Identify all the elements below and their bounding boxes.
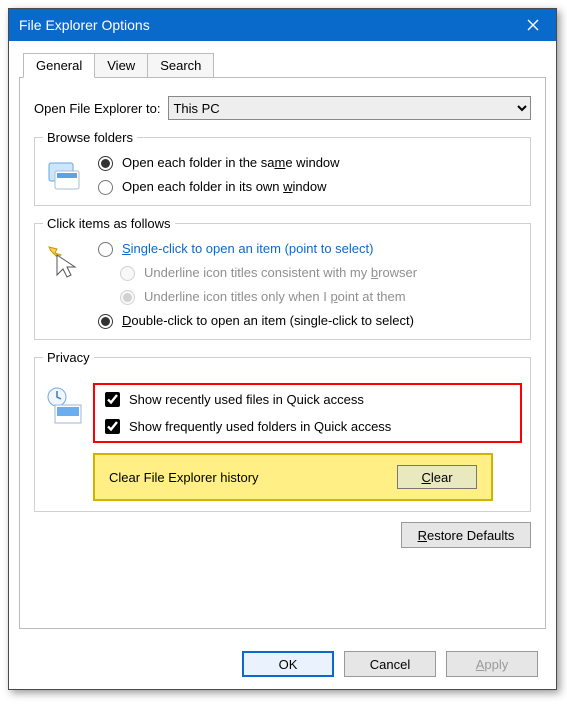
browse-folders-legend: Browse folders [43, 130, 137, 145]
clear-history-label: Clear File Explorer history [109, 470, 259, 485]
tab-general[interactable]: General [23, 53, 95, 78]
radio-underline-browser: Underline icon titles consistent with my… [115, 263, 522, 281]
cancel-button[interactable]: Cancel [344, 651, 436, 677]
privacy-group: Privacy Sho [34, 350, 531, 512]
cursor-icon [43, 241, 83, 281]
check-frequent-folders[interactable]: Show frequently used folders in Quick ac… [101, 416, 514, 437]
annotation-red-box: Show recently used files in Quick access… [93, 383, 522, 443]
radio-underline-point: Underline icon titles only when I point … [115, 287, 522, 305]
window-title: File Explorer Options [19, 17, 150, 33]
restore-defaults-button[interactable]: Restore Defaults [401, 522, 531, 548]
tab-search[interactable]: Search [147, 53, 214, 78]
restore-row: Restore Defaults [34, 522, 531, 548]
title-bar: File Explorer Options [9, 9, 556, 41]
tab-page-general: Open File Explorer to: This PC Browse fo… [19, 77, 546, 629]
clock-picture-icon [43, 385, 83, 425]
open-explorer-combo[interactable]: This PC [168, 96, 531, 120]
clear-button[interactable]: Clear [397, 465, 477, 489]
open-explorer-label: Open File Explorer to: [34, 101, 160, 116]
browse-folders-group: Browse folders Open each folder in the s… [34, 130, 531, 206]
apply-button: Apply [446, 651, 538, 677]
open-explorer-row: Open File Explorer to: This PC [34, 96, 531, 120]
click-items-group: Click items as follows Single-click to o… [34, 216, 531, 340]
ok-button[interactable]: OK [242, 651, 334, 677]
tab-view[interactable]: View [94, 53, 148, 78]
radio-double-click[interactable]: Double-click to open an item (single-cli… [93, 311, 522, 329]
close-icon [527, 19, 539, 31]
file-explorer-options-window: File Explorer Options General View Searc… [8, 8, 557, 690]
clear-history-row: Clear File Explorer history Clear [93, 453, 493, 501]
privacy-legend: Privacy [43, 350, 94, 365]
dialog-buttons: OK Cancel Apply [9, 651, 556, 677]
radio-own-window[interactable]: Open each folder in its own window [93, 177, 522, 195]
check-recent-files[interactable]: Show recently used files in Quick access [101, 389, 514, 410]
radio-same-window[interactable]: Open each folder in the same window [93, 153, 522, 171]
close-button[interactable] [510, 9, 556, 41]
radio-single-click[interactable]: Single-click to open an item (point to s… [93, 239, 522, 257]
window-body: General View Search Open File Explorer t… [9, 41, 556, 689]
tab-strip: General View Search [23, 53, 546, 78]
folders-icon [43, 155, 83, 195]
click-items-legend: Click items as follows [43, 216, 175, 231]
